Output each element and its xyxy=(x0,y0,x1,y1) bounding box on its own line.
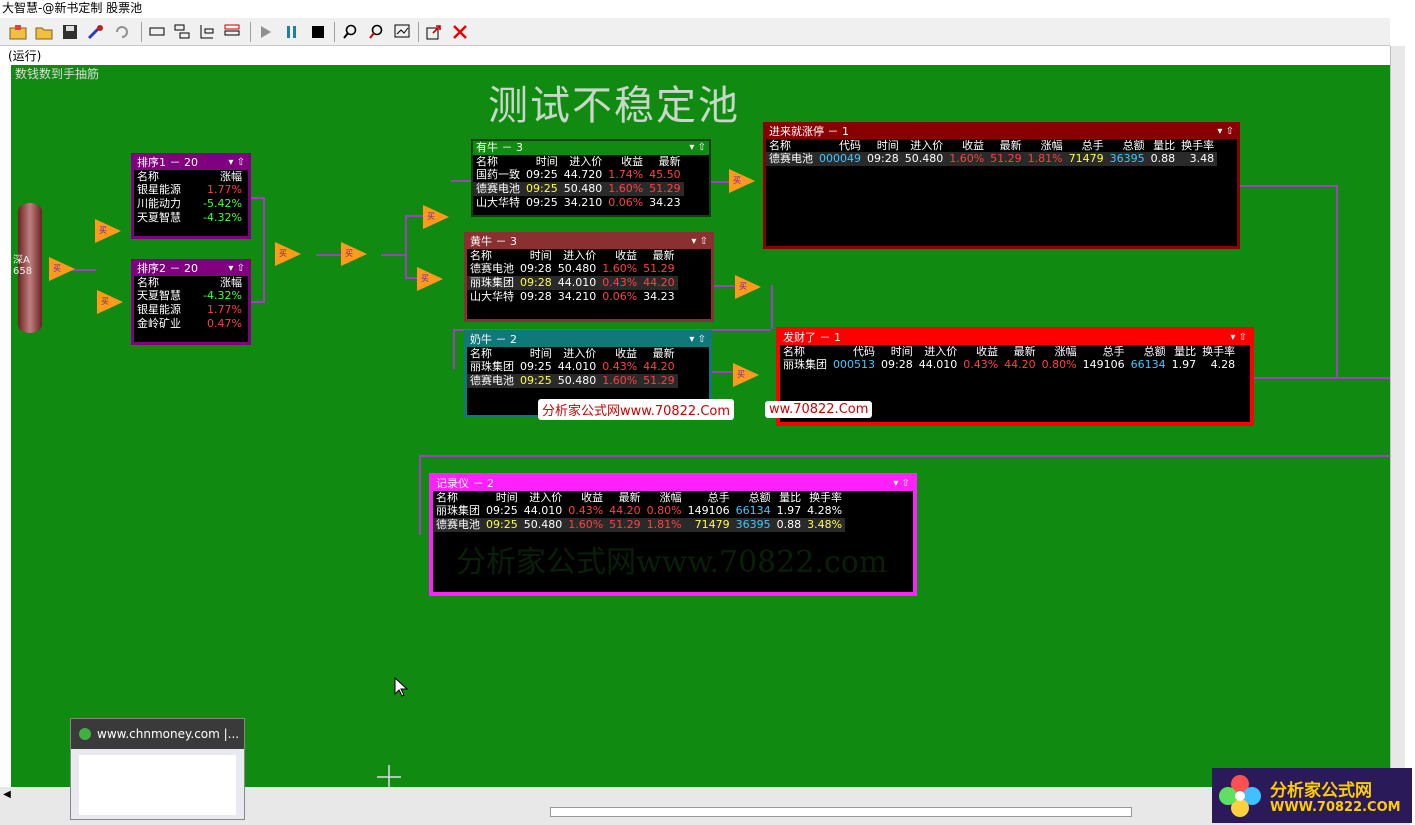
panel-sort1[interactable]: 排序1 － 20 ▾ ⇧ 名称 涨幅 银星能源 1.77% 川能动力 -5.42% 天夏… xyxy=(131,153,251,239)
node-buy-4[interactable]: 买 xyxy=(275,242,301,266)
panel-sort1-table: 名称 涨幅 银星能源 1.77% 川能动力 -5.42% 天夏智慧 -4.32% xyxy=(134,170,245,225)
table-row[interactable]: 德赛电池 09:25 50.480 1.60% 51.29 1.81% 71479 36395… xyxy=(433,518,846,532)
node-buy-1[interactable]: 买 xyxy=(49,257,75,281)
panel-sort2-title: 排序2 － 20 ▾ ⇧ xyxy=(134,262,248,276)
panel-nainiu-title: 奶牛 － 2 ▾ ⇧ xyxy=(467,333,709,347)
layout-branch-icon[interactable] xyxy=(197,22,217,42)
panel-jinlai-table: 名称 代码 时间 进入价 收益 最新 涨幅 总手 总额 量比 换手率 德赛电池 000049 09:28… xyxy=(766,139,1218,166)
browser-icon xyxy=(79,728,91,740)
table-row[interactable]: 山大华特 09:28 34.210 0.06% 34.23 xyxy=(467,290,678,304)
panel-youniu-title: 有牛 － 3 ▾ ⇧ xyxy=(473,141,709,155)
new-icon[interactable] xyxy=(8,22,28,42)
watermark-faint: 分析家公式网www.70822.com xyxy=(456,545,888,580)
pause-icon[interactable] xyxy=(282,22,302,42)
undo-icon[interactable] xyxy=(112,22,132,42)
layout-tree-icon[interactable] xyxy=(172,22,192,42)
node-buy-8[interactable]: 买 xyxy=(729,169,755,193)
mouse-cursor-icon xyxy=(394,677,408,697)
watermark-stamp-1: 分析家公式网www.70822.Com xyxy=(538,399,735,420)
table-row[interactable]: 丽珠集团 09:25 44.010 0.43% 44.20 0.80% 149106 6613… xyxy=(433,504,845,518)
node-buy-3[interactable]: 买 xyxy=(97,290,123,314)
play-icon[interactable] xyxy=(256,22,276,42)
canvas-title: 测试不稳定池 xyxy=(488,83,740,129)
search-icon[interactable] xyxy=(340,22,360,42)
watermark-stamp-2: ww.70822.Com xyxy=(765,401,873,418)
panel-jilu-title: 记录仪 － 2 ▾ ⇧ xyxy=(433,477,913,491)
run-status: (运行) xyxy=(8,49,42,63)
panel-sort2[interactable]: 排序2 － 20 ▾ ⇧ 名称 涨幅 天夏智慧 -4.32% 银星能源 1.77% 金岭… xyxy=(131,259,251,345)
node-buy-2[interactable]: 买 xyxy=(95,219,121,243)
toolbar xyxy=(0,18,1390,46)
node-buy-6[interactable]: 买 xyxy=(423,205,449,229)
layout-single-icon[interactable] xyxy=(147,22,167,42)
save-icon[interactable] xyxy=(60,22,80,42)
close-icon[interactable] xyxy=(450,22,470,42)
node-buy-10[interactable]: 买 xyxy=(733,363,759,387)
panel-youniu[interactable]: 有牛 － 3 ▾ ⇧ 名称 时间 进入价 收益 最新 国药一致 09:25 44.720 1.7… xyxy=(471,139,711,217)
chart-icon[interactable] xyxy=(392,22,412,42)
table-row[interactable]: 银星能源 1.77% xyxy=(134,183,245,197)
table-row[interactable]: 德赛电池 09:28 50.480 1.60% 51.29 xyxy=(467,262,678,276)
panel-huangniu-title: 黄牛 － 3 ▾ ⇧ xyxy=(467,235,711,249)
node-buy-7[interactable]: 买 xyxy=(417,267,443,291)
table-row[interactable]: 丽珠集团 000513 09:28 44.010 0.43% 44.20 0.80% 1491… xyxy=(780,358,1238,372)
table-row[interactable]: 德赛电池 000049 09:28 50.480 1.60% 51.29 1.81% 7147… xyxy=(766,152,1218,166)
search-red-icon[interactable] xyxy=(366,22,386,42)
panel-huangniu-table: 名称 时间 进入价 收益 最新 德赛电池 09:28 50.480 1.60% 51.29 丽珠… xyxy=(467,249,678,304)
panel-youniu-table: 名称 时间 进入价 收益 最新 国药一致 09:25 44.720 1.74% 45.50 德赛… xyxy=(473,155,684,210)
table-row[interactable]: 丽珠集团 09:25 44.010 0.43% 44.20 xyxy=(467,360,678,374)
node-buy-9[interactable]: 买 xyxy=(735,275,761,299)
tools-icon[interactable] xyxy=(86,22,106,42)
node-buy-5[interactable]: 买 xyxy=(341,242,367,266)
panel-facai-title: 发财了 － 1 ▾ ⇧ xyxy=(780,331,1250,345)
stop-icon[interactable] xyxy=(308,22,328,42)
horizontal-scrollbar[interactable] xyxy=(550,807,1132,817)
source-label: 深A 658 xyxy=(13,255,33,277)
panel-jinlai[interactable]: 进来就涨停 － 1 ▾ ⇧ 名称 代码 时间 进入价 收益 最新 涨幅 总手 总额 量比 换手率 德赛… xyxy=(763,122,1240,249)
table-row[interactable]: 金岭矿业 0.47% xyxy=(134,317,245,331)
panel-sort1-title: 排序1 － 20 ▾ ⇧ xyxy=(134,156,248,170)
flower-logo-icon xyxy=(1219,775,1261,817)
export-icon[interactable] xyxy=(424,22,444,42)
table-row[interactable]: 丽珠集团 09:28 44.010 0.43% 44.20 xyxy=(467,276,678,290)
panel-nainiu-table: 名称 时间 进入价 收益 最新 丽珠集团 09:25 44.010 0.43% 44.20 德赛… xyxy=(467,347,678,388)
panel-jilu-table: 名称 时间 进入价 收益 最新 涨幅 总手 总额 量比 换手率 丽珠集团 09:25 44.010 0.… xyxy=(433,491,846,532)
table-row[interactable]: 山大华特 09:25 34.210 0.06% 34.23 xyxy=(473,196,684,210)
table-row[interactable]: 德赛电池 09:25 50.480 1.60% 51.29 xyxy=(473,182,684,196)
panel-jinlai-title: 进来就涨停 － 1 ▾ ⇧ xyxy=(766,125,1237,139)
panel-sort2-table: 名称 涨幅 天夏智慧 -4.32% 银星能源 1.77% 金岭矿业 0.47% xyxy=(134,276,245,331)
table-row[interactable]: 川能动力 -5.42% xyxy=(134,197,245,211)
taskbar-preview[interactable]: www.chnmoney.com |... xyxy=(70,718,245,820)
strategy-canvas[interactable]: 数钱数到手抽筋 测试不稳定池 深A 658 买 买 买 买 买 买 买 买 买 买… xyxy=(11,65,1390,787)
panel-huangniu[interactable]: 黄牛 － 3 ▾ ⇧ 名称 时间 进入价 收益 最新 德赛电池 09:28 50.480 1.6… xyxy=(464,232,714,322)
open-folder-icon[interactable] xyxy=(34,22,54,42)
table-row[interactable]: 天夏智慧 -4.32% xyxy=(134,211,245,225)
scroll-left-icon[interactable]: ◀ xyxy=(0,789,14,801)
table-row[interactable]: 天夏智慧 -4.32% xyxy=(134,289,245,303)
preview-title: www.chnmoney.com |... xyxy=(97,727,240,741)
table-row[interactable]: 德赛电池 09:25 50.480 1.60% 51.29 xyxy=(467,374,678,388)
layout-list-icon[interactable] xyxy=(222,22,242,42)
vertical-scrollbar[interactable] xyxy=(1390,46,1405,806)
crosshair-icon xyxy=(377,765,401,787)
table-row[interactable]: 国药一致 09:25 44.720 1.74% 45.50 xyxy=(473,168,684,182)
canvas-subtitle: 数钱数到手抽筋 xyxy=(15,67,100,81)
panel-facai-table: 名称 代码 时间 进入价 收益 最新 涨幅 总手 总额 量比 换手率 丽珠集团 000513 09:28… xyxy=(780,345,1238,372)
window-title: 大智慧-@新书定制 股票池 xyxy=(0,0,1415,16)
site-logo: 分析家公式网 WWW.70822.COM xyxy=(1212,768,1412,823)
table-row[interactable]: 银星能源 1.77% xyxy=(134,303,245,317)
